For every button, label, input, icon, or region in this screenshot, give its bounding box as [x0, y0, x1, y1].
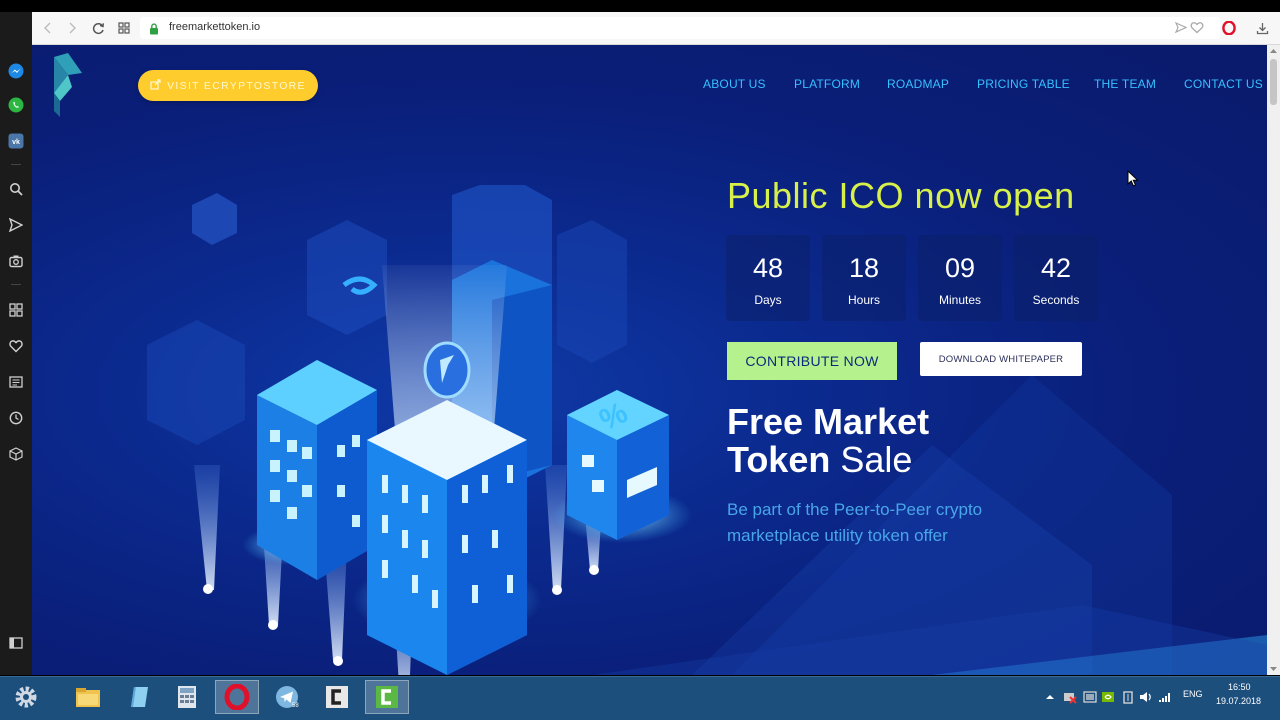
freemarket-logo[interactable]	[50, 53, 86, 117]
contribute-now-button[interactable]: CONTRIBUTE NOW	[727, 342, 897, 380]
forward-icon[interactable]	[64, 20, 80, 36]
svg-text:vk: vk	[12, 139, 20, 146]
volume-icon[interactable]	[1139, 690, 1153, 704]
nav-about-us[interactable]: ABOUT US	[703, 77, 766, 91]
nav-contact-us[interactable]: CONTACT US	[1184, 77, 1263, 91]
file-explorer-icon[interactable]	[66, 680, 110, 714]
svg-text:58: 58	[292, 703, 299, 709]
tray-expand-icon[interactable]	[1045, 690, 1055, 704]
clock-time[interactable]: 16:50	[1228, 682, 1251, 692]
telegram-icon[interactable]: 58	[265, 680, 309, 714]
camera-icon[interactable]	[7, 252, 25, 270]
external-link-icon	[150, 78, 161, 93]
tray-device-icon[interactable]	[1121, 690, 1135, 704]
download-icon[interactable]	[1254, 20, 1270, 36]
speed-dial-icon[interactable]	[7, 301, 25, 319]
reload-icon[interactable]	[90, 20, 106, 36]
visit-button-label: VISIT ECRYPTOSTORE	[167, 79, 306, 92]
countdown-minutes: 09 Minutes	[918, 235, 1002, 321]
news-icon[interactable]	[7, 373, 25, 391]
countdown-hours: 18 Hours	[822, 235, 906, 321]
tray-app-icon[interactable]	[1083, 690, 1097, 704]
browser-sidebar: vk	[0, 12, 32, 675]
page-scrollbar[interactable]	[1267, 45, 1280, 675]
lock-icon	[149, 22, 159, 40]
notepad-icon[interactable]	[116, 680, 160, 714]
sale-title: Free Market Token Sale	[727, 403, 929, 479]
ico-title: Public ICO now open	[727, 175, 1075, 216]
opera-menu-icon[interactable]	[1221, 20, 1237, 36]
whatsapp-icon[interactable]	[7, 96, 25, 114]
sale-title-line1: Free Market	[727, 401, 930, 442]
sidebar-toggle-icon[interactable]	[7, 634, 25, 652]
download-whitepaper-button[interactable]: DOWNLOAD WHITEPAPER	[920, 342, 1082, 376]
history-icon[interactable]	[7, 409, 25, 427]
vk-icon[interactable]: vk	[7, 132, 25, 150]
bookmark-heart-icon[interactable]	[1190, 21, 1204, 39]
share-icon[interactable]	[1174, 21, 1188, 39]
sale-subtitle: Be part of the Peer-to-Peer crypto marke…	[727, 500, 983, 545]
search-icon[interactable]	[7, 180, 25, 198]
web-page: % VISIT ECRYPTOSTORE ABOUT US PLATFORM R…	[32, 45, 1267, 675]
tray-nvidia-icon[interactable]	[1101, 690, 1115, 704]
windows-taskbar: 58 ENG 16:50 19.07.2018	[0, 676, 1280, 720]
nav-roadmap[interactable]: ROADMAP	[887, 77, 949, 91]
language-indicator[interactable]: ENG	[1183, 689, 1203, 699]
countdown-value: 18	[848, 253, 880, 283]
nav-platform[interactable]: PLATFORM	[794, 77, 860, 91]
send-icon[interactable]	[7, 216, 25, 234]
camtasia-icon[interactable]	[315, 680, 359, 714]
tabs-grid-icon[interactable]	[116, 20, 132, 36]
countdown-label: Days	[754, 293, 782, 307]
city-illustration: %	[147, 185, 692, 675]
countdown-value: 42	[1040, 253, 1072, 283]
extensions-icon[interactable]	[7, 445, 25, 463]
browser-toolbar: freemarkettoken.io	[32, 12, 1280, 45]
countdown-value: 09	[944, 253, 976, 283]
tray-network-warning-icon[interactable]	[1063, 690, 1077, 704]
back-icon[interactable]	[40, 20, 56, 36]
countdown-days: 48 Days	[726, 235, 810, 321]
countdown-value: 48	[752, 253, 784, 283]
signal-icon[interactable]	[1158, 690, 1172, 704]
messenger-icon[interactable]	[7, 62, 25, 80]
nav-the-team[interactable]: THE TEAM	[1094, 77, 1156, 91]
heart-icon[interactable]	[7, 337, 25, 355]
countdown-seconds: 42 Seconds	[1014, 235, 1098, 321]
countdown-label: Hours	[847, 293, 880, 307]
camtasia-recorder-icon[interactable]	[365, 680, 409, 714]
countdown-label: Seconds	[1032, 293, 1080, 307]
scroll-up-icon[interactable]	[1270, 48, 1277, 54]
address-bar[interactable]: freemarkettoken.io	[140, 17, 1220, 39]
clock-date[interactable]: 19.07.2018	[1216, 696, 1261, 706]
nav-pricing-table[interactable]: PRICING TABLE	[977, 77, 1070, 91]
sale-title-sale: Sale	[840, 439, 913, 480]
countdown-label: Minutes	[938, 293, 982, 307]
url-text: freemarkettoken.io	[169, 21, 261, 33]
visit-ecryptostore-button[interactable]: VISIT ECRYPTOSTORE	[138, 70, 318, 101]
sale-title-token: Token	[727, 439, 831, 480]
scroll-thumb[interactable]	[1270, 59, 1277, 105]
calculator-icon[interactable]	[165, 680, 209, 714]
start-gear-icon[interactable]	[4, 680, 48, 714]
opera-taskbar-icon[interactable]	[215, 680, 259, 714]
mouse-cursor-icon	[1127, 170, 1139, 187]
scroll-down-icon[interactable]	[1270, 666, 1277, 672]
